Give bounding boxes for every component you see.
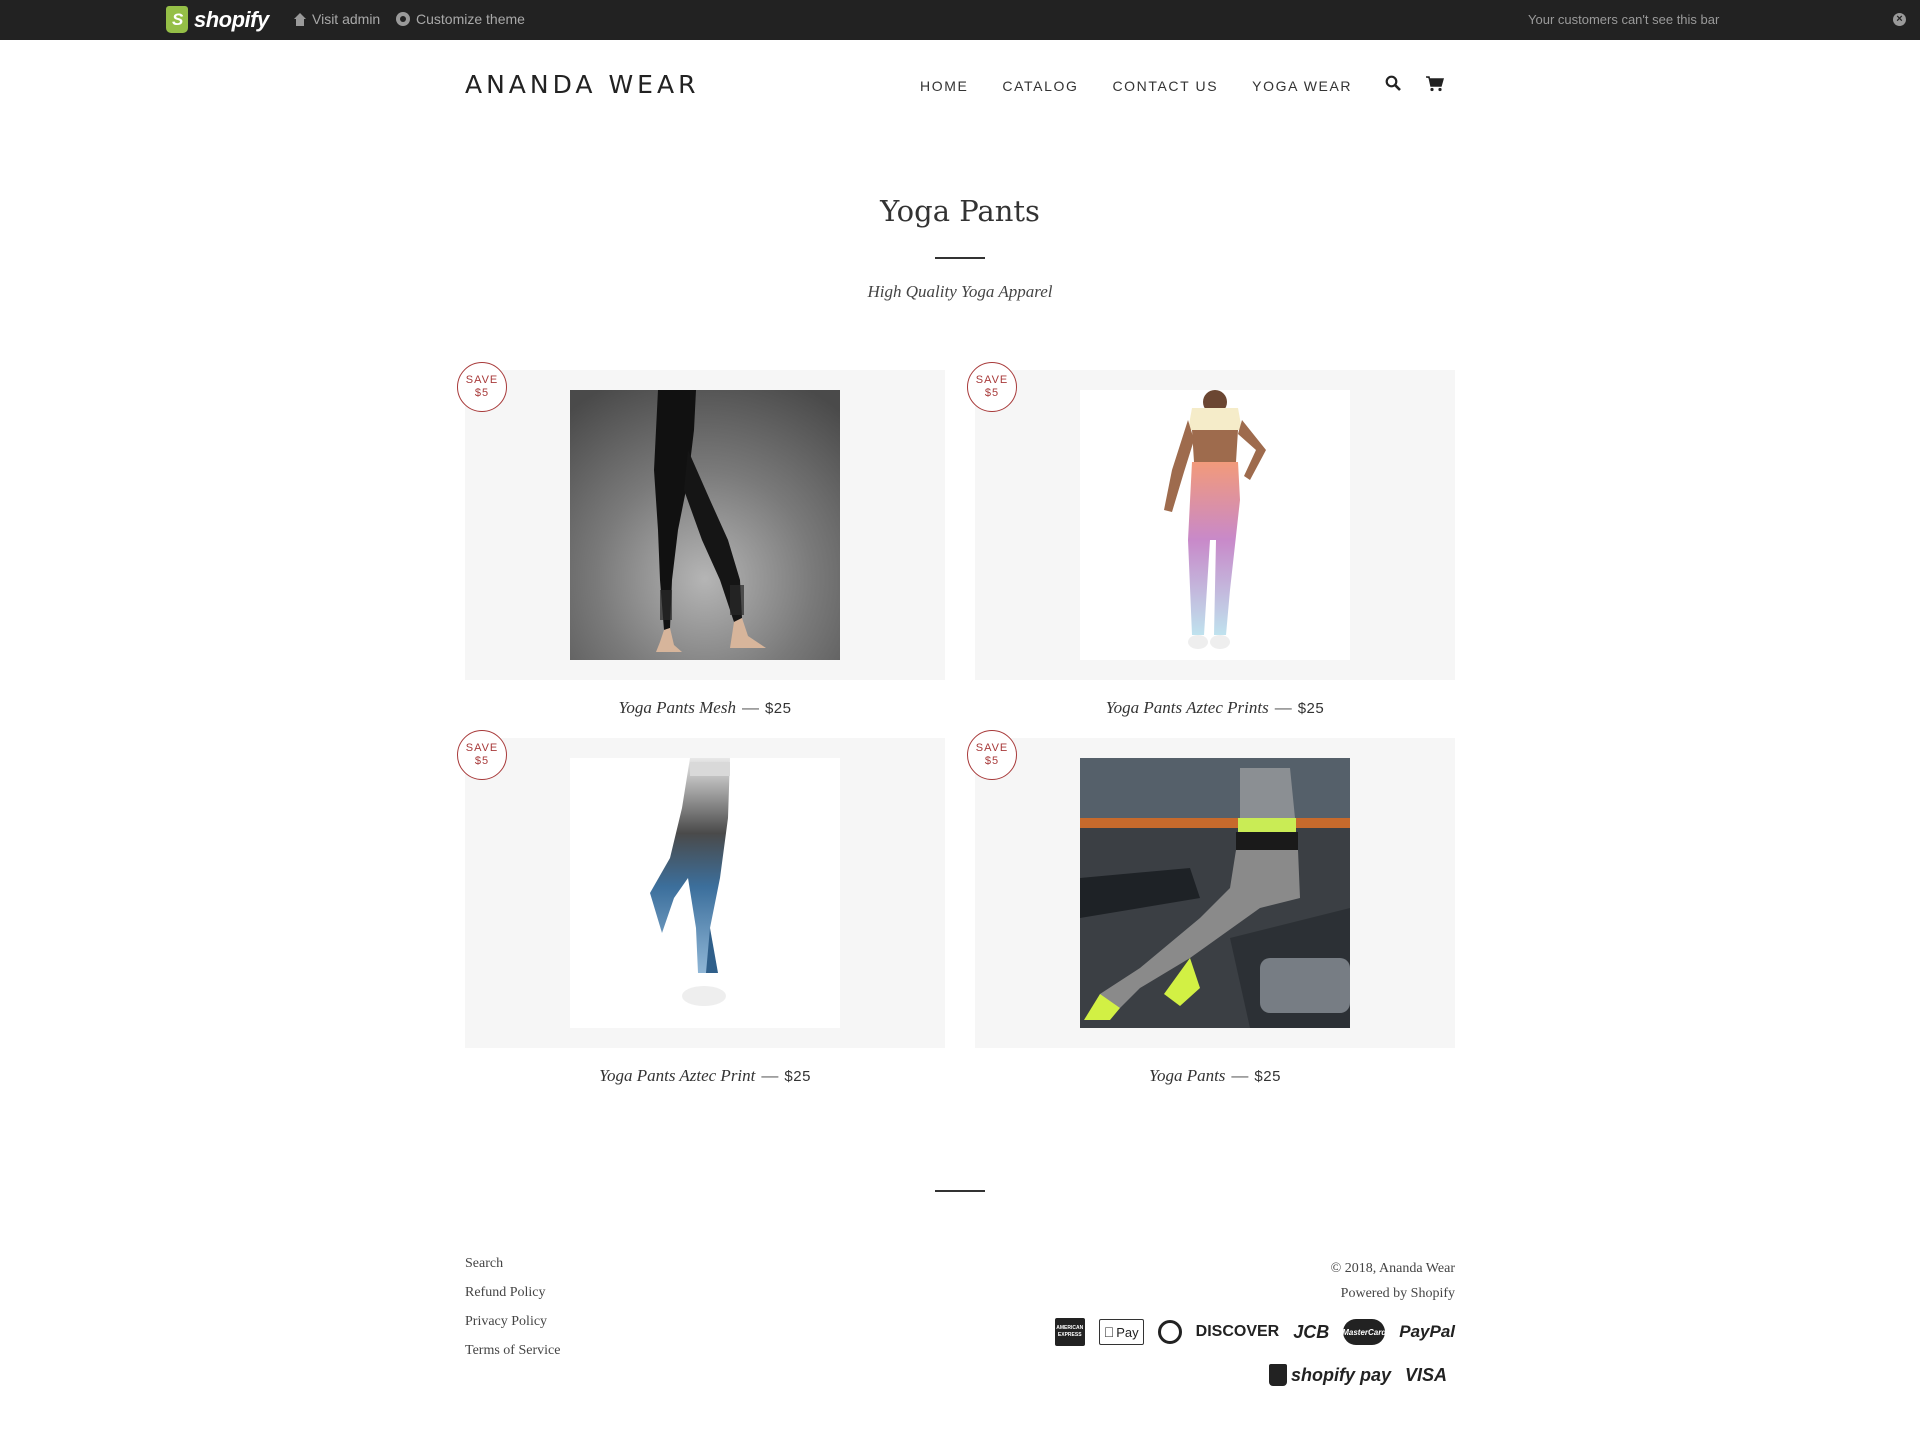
product-price: $25 (1254, 1068, 1281, 1085)
product-title-row[interactable]: Yoga Pants Aztec Print — $25 (465, 1066, 945, 1086)
save-badge: SAVE $5 (457, 730, 507, 780)
diners-club-icon (1157, 1320, 1182, 1344)
visit-admin-label: Visit admin (312, 11, 381, 27)
admin-bar: S shopify Visit admin Customize theme Yo… (0, 0, 1920, 40)
admin-bar-note: Your customers can't see this bar (1528, 12, 1720, 27)
shopify-bag-icon: S (166, 6, 188, 33)
cart-icon[interactable] (1426, 76, 1444, 92)
visa-icon: VISA (1404, 1364, 1447, 1385)
product-price: $25 (764, 700, 792, 717)
product-title-row[interactable]: Yoga Pants Mesh — $25 (465, 698, 945, 718)
product-name[interactable]: Yoga Pants Aztec Print (599, 1066, 755, 1085)
footer-links: Search Refund Policy Privacy Policy Term… (465, 1256, 560, 1372)
discover-icon: DISCOVER (1195, 1323, 1280, 1340)
save-badge: SAVE $5 (967, 730, 1017, 780)
home-icon (294, 12, 306, 26)
nav-yoga-wear[interactable]: YOGA WEAR (1252, 78, 1352, 94)
price-separator: — (1274, 698, 1292, 717)
gear-icon (396, 12, 410, 26)
footer-link-privacy-policy[interactable]: Privacy Policy (465, 1314, 560, 1343)
footer-copyright-block: © 2018, Ananda Wear Powered by Shopify (1331, 1256, 1455, 1306)
customize-theme-link[interactable]: Customize theme (396, 11, 525, 27)
product-image-yoga-pants-aztec-prints[interactable] (1080, 390, 1350, 660)
mastercard-icon: MasterCard (1342, 1319, 1386, 1345)
payment-icons-row-1: AMERICAN EXPRESS Pay DISCOVER JCB Maste… (1054, 1318, 1455, 1346)
shopify-bag-icon (1268, 1364, 1287, 1386)
shopify-logo-text: shopify (194, 6, 269, 32)
product-price: $25 (784, 1068, 811, 1085)
price-separator: — (761, 1066, 779, 1085)
product-card-yoga-pants-mesh[interactable]: SAVE $5 (457, 362, 945, 680)
nav-home[interactable]: HOME (920, 78, 968, 94)
product-price: $25 (1297, 700, 1325, 717)
collection-subtitle: High Quality Yoga Apparel (867, 282, 1053, 301)
main-nav: HOME CATALOG CONTACT US YOGA WEAR (920, 78, 1352, 94)
amex-icon: AMERICAN EXPRESS (1054, 1318, 1085, 1346)
nav-catalog[interactable]: CATALOG (1002, 78, 1078, 94)
nav-contact-us[interactable]: CONTACT US (1112, 78, 1218, 94)
product-name[interactable]: Yoga Pants (1149, 1066, 1225, 1085)
shopify-logo[interactable]: S shopify (166, 6, 269, 33)
copyright-text[interactable]: © 2018, Ananda Wear (1331, 1256, 1455, 1281)
save-badge: SAVE $5 (967, 362, 1017, 412)
footer-link-terms-of-service[interactable]: Terms of Service (465, 1343, 560, 1372)
payment-icons-row-2: shopify pay VISA (1268, 1364, 1447, 1386)
search-icon[interactable] (1385, 75, 1401, 91)
product-title-row[interactable]: Yoga Pants Aztec Prints — $25 (975, 698, 1455, 718)
customize-theme-label: Customize theme (416, 11, 525, 27)
title-divider (935, 257, 985, 259)
paypal-icon: PayPal (1399, 1322, 1455, 1341)
footer-divider (935, 1190, 985, 1192)
product-image-yoga-pants-aztec-print[interactable] (570, 758, 840, 1028)
product-image-yoga-pants[interactable] (1080, 758, 1350, 1028)
footer-link-refund-policy[interactable]: Refund Policy (465, 1285, 560, 1314)
product-name[interactable]: Yoga Pants Mesh (619, 698, 736, 717)
visit-admin-link[interactable]: Visit admin (294, 11, 380, 27)
footer-link-search[interactable]: Search (465, 1256, 560, 1285)
site-brand[interactable]: ANANDA WEAR (465, 70, 699, 99)
shopify-pay-icon: shopify pay (1268, 1364, 1391, 1386)
apple-pay-icon: Pay (1098, 1319, 1144, 1345)
page-title: Yoga Pants (880, 194, 1040, 228)
price-separator: — (1231, 1066, 1249, 1085)
product-image-yoga-pants-mesh[interactable] (570, 390, 840, 660)
product-card-yoga-pants-aztec-print[interactable]: SAVE $5 (457, 730, 945, 1048)
save-badge: SAVE $5 (457, 362, 507, 412)
powered-by-text[interactable]: Powered by Shopify (1331, 1281, 1455, 1306)
close-icon[interactable]: × (1893, 13, 1906, 26)
product-name[interactable]: Yoga Pants Aztec Prints (1106, 698, 1269, 717)
jcb-icon: JCB (1293, 1321, 1330, 1342)
product-card-yoga-pants-aztec-prints[interactable]: SAVE $5 (967, 362, 1455, 680)
product-title-row[interactable]: Yoga Pants — $25 (975, 1066, 1455, 1086)
price-separator: — (741, 698, 759, 717)
product-card-yoga-pants[interactable]: SAVE $5 (967, 730, 1455, 1048)
